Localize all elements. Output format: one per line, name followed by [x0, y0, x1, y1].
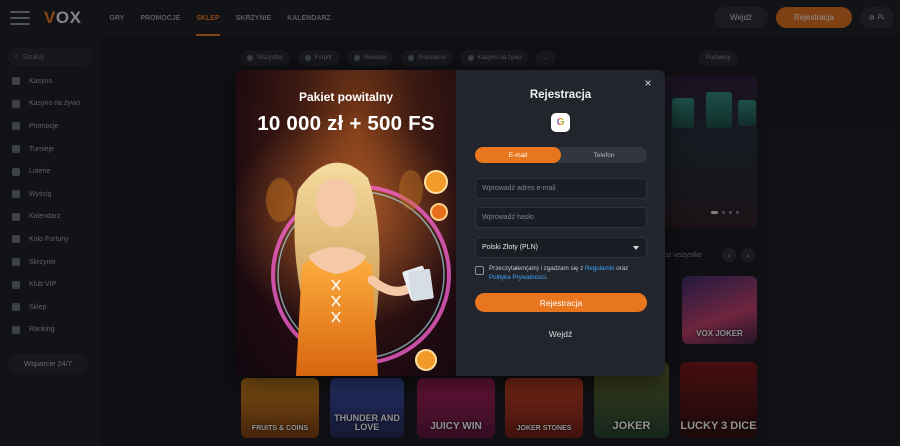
close-icon[interactable]: × — [641, 76, 655, 90]
email-field[interactable]: Wprowadź adres e-mail — [475, 178, 647, 199]
terms-checkbox[interactable] — [475, 266, 484, 275]
google-icon: G — [556, 117, 565, 128]
consent-text: Przeczytałem(am) i zgadzam się z Regulam… — [489, 265, 629, 281]
registration-form: × Rejestracja G E-mail Telefon Wprowadź … — [456, 70, 665, 376]
signup-method-tabs: E-mail Telefon — [475, 147, 647, 163]
register-submit-button[interactable]: Rejestracja — [475, 293, 647, 312]
password-field[interactable]: Wprowadź hasło — [475, 207, 647, 228]
google-signin-button[interactable]: G — [551, 113, 570, 132]
terms-consent: Przeczytałem(am) i zgadzam się z Regulam… — [475, 265, 650, 283]
welcome-promo-panel: Pakiet powitalny 10 000 zł + 500 FS — [236, 70, 456, 376]
privacy-policy-link[interactable]: Polityka Prywatności — [489, 274, 546, 281]
promo-amount: 10 000 zł + 500 FS — [257, 112, 435, 135]
currency-select[interactable]: Polski Złoty (PLN) — [475, 237, 647, 258]
chevron-down-icon — [633, 245, 639, 250]
login-link[interactable]: Wejdź — [456, 329, 665, 339]
form-title: Rejestracja — [529, 89, 592, 101]
terms-link[interactable]: Regulamin — [585, 265, 615, 272]
promo-title: Pakiet powitalny — [298, 90, 394, 104]
tab-email[interactable]: E-mail — [475, 147, 561, 163]
currency-value: Polski Złoty (PLN) — [482, 244, 539, 251]
registration-modal: Pakiet powitalny 10 000 zł + 500 FS × Re… — [236, 70, 665, 376]
tab-phone[interactable]: Telefon — [561, 147, 647, 163]
